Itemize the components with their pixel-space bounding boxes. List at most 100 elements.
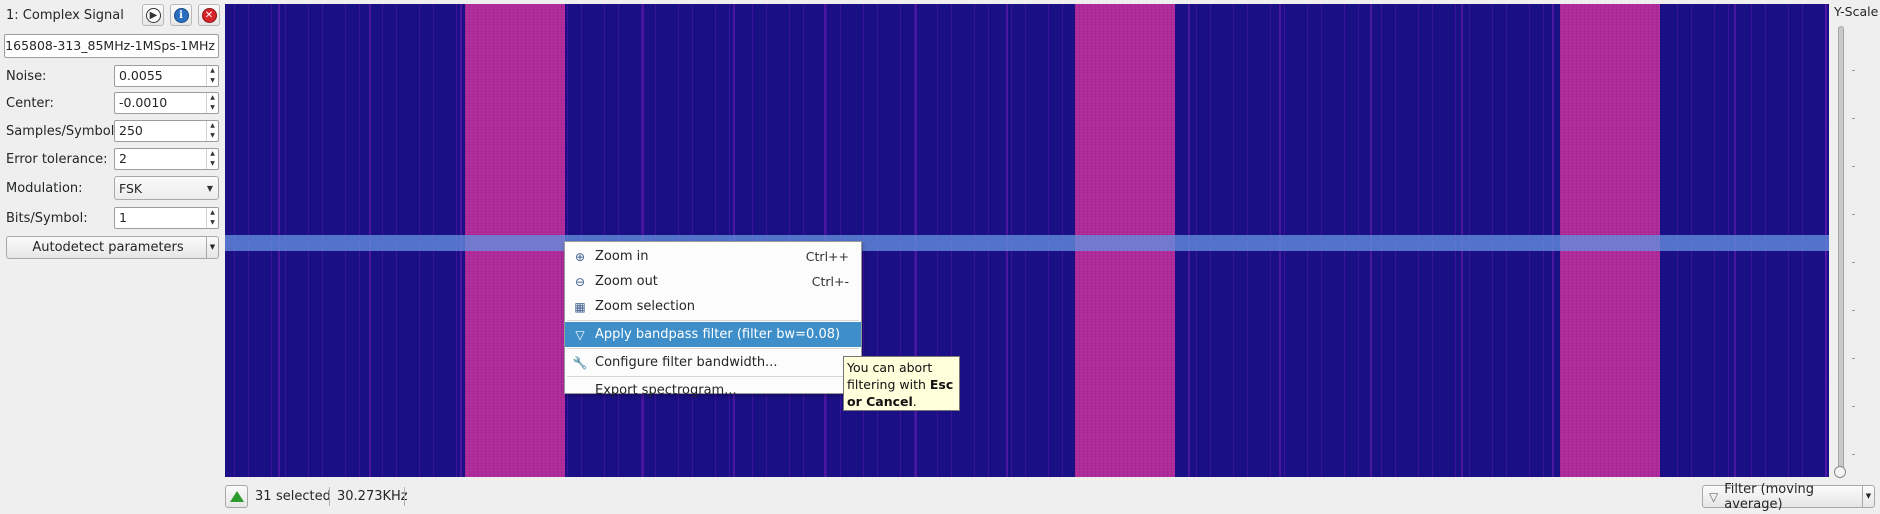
spectrogram-view[interactable] bbox=[225, 4, 1829, 477]
menu-item-label: Zoom in bbox=[595, 249, 649, 264]
spin-down-icon[interactable]: ▼ bbox=[207, 131, 218, 141]
samples-per-symbol-row: Samples/Symbol: 250 ▲ ▼ bbox=[6, 120, 219, 142]
menu-separator bbox=[567, 348, 859, 349]
center-label: Center: bbox=[6, 95, 54, 111]
frequency-selection-band[interactable] bbox=[225, 235, 1829, 251]
tooltip-text: You can abort filtering with bbox=[847, 360, 933, 392]
signal-title[interactable]: 1: Complex Signal bbox=[6, 8, 136, 23]
noise-value: 0.0055 bbox=[119, 68, 163, 83]
spin-down-icon[interactable]: ▼ bbox=[207, 159, 218, 169]
menu-item-zoom-selection[interactable]: ▦ Zoom selection bbox=[565, 294, 861, 319]
spin-down-icon[interactable]: ▼ bbox=[207, 76, 218, 86]
error-tolerance-value: 2 bbox=[119, 151, 127, 166]
autodetect-parameters-button[interactable]: Autodetect parameters bbox=[6, 236, 210, 259]
spin-up-icon[interactable]: ▲ bbox=[207, 66, 218, 76]
menu-item-label: Configure filter bandwidth... bbox=[595, 355, 778, 370]
modulation-value: FSK bbox=[119, 180, 143, 196]
samples-per-symbol-spinbox[interactable]: 250 ▲ ▼ bbox=[114, 120, 219, 142]
center-value: -0.0010 bbox=[119, 95, 168, 110]
tooltip-text: or bbox=[847, 394, 867, 409]
chevron-down-icon: ▼ bbox=[209, 243, 216, 251]
noise-label: Noise: bbox=[6, 68, 47, 84]
menu-separator bbox=[567, 376, 859, 377]
spectrogram-context-menu: ⊕ Zoom in Ctrl++ ⊖ Zoom out Ctrl+- ▦ Zoo… bbox=[564, 241, 862, 398]
spin-down-icon[interactable]: ▼ bbox=[207, 103, 218, 113]
zoom-out-icon: ⊖ bbox=[574, 274, 586, 289]
spin-down-icon[interactable]: ▼ bbox=[207, 218, 218, 228]
menu-item-label: Zoom selection bbox=[595, 299, 696, 314]
filter-label: Filter (moving average) bbox=[1724, 481, 1815, 512]
filter-icon: ▽ bbox=[1709, 489, 1719, 504]
y-scale-tick bbox=[1852, 310, 1855, 311]
play-icon: ▶ bbox=[145, 7, 161, 23]
menu-item-label: Zoom out bbox=[595, 274, 658, 289]
modulation-row: Modulation: FSK ▼ bbox=[6, 176, 219, 200]
bits-per-symbol-row: Bits/Symbol: 1 ▲ ▼ bbox=[6, 207, 219, 229]
filter-button[interactable]: ▽ Filter (moving average) bbox=[1702, 482, 1863, 512]
zoom-in-icon: ⊕ bbox=[574, 249, 586, 264]
menu-item-label: Export spectrogram... bbox=[595, 383, 737, 398]
status-bar: 31 selected 30.273KHz ▽ Filter (moving a… bbox=[0, 482, 1880, 512]
y-scale-tick bbox=[1852, 118, 1855, 119]
filename-field[interactable]: -26_165808-313_85MHz-1MSps-1MHz bbox=[4, 34, 219, 58]
wrench-icon: 🔧 bbox=[572, 355, 588, 370]
spin-up-icon[interactable]: ▲ bbox=[207, 93, 218, 103]
menu-item-zoom-in[interactable]: ⊕ Zoom in Ctrl++ bbox=[565, 244, 861, 269]
selected-count: 31 bbox=[255, 489, 272, 504]
modulation-select[interactable]: FSK ▼ bbox=[114, 176, 219, 200]
y-scale-tick bbox=[1852, 262, 1855, 263]
status-divider bbox=[404, 487, 405, 506]
menu-shortcut: Ctrl++ bbox=[805, 249, 849, 264]
center-row: Center: -0.0010 ▲ ▼ bbox=[6, 92, 219, 114]
zoom-selection-icon: ▦ bbox=[574, 299, 586, 314]
close-icon: ✕ bbox=[201, 7, 217, 23]
bits-per-symbol-value: 1 bbox=[119, 210, 127, 225]
samples-per-symbol-value: 250 bbox=[119, 123, 143, 138]
tooltip-key-cancel: Cancel bbox=[866, 394, 913, 409]
bits-per-symbol-spinbox[interactable]: 1 ▲ ▼ bbox=[114, 207, 219, 229]
chevron-down-icon: ▼ bbox=[1865, 492, 1872, 500]
filename-text: -26_165808-313_85MHz-1MSps-1MHz bbox=[5, 38, 215, 53]
spin-up-icon[interactable]: ▲ bbox=[207, 149, 218, 159]
menu-item-label: Apply bandpass filter (filter bw=0.08) bbox=[595, 327, 841, 342]
info-icon: i bbox=[173, 7, 189, 23]
close-button[interactable]: ✕ bbox=[198, 4, 220, 26]
play-button[interactable]: ▶ bbox=[142, 4, 164, 26]
y-scale-slider[interactable] bbox=[1838, 26, 1844, 472]
samples-per-symbol-label: Samples/Symbol: bbox=[6, 123, 119, 139]
filter-abort-tooltip: You can abort filtering with Esc or Canc… bbox=[843, 356, 960, 411]
menu-item-zoom-out[interactable]: ⊖ Zoom out Ctrl+- bbox=[565, 269, 861, 294]
menu-separator bbox=[567, 320, 859, 321]
y-scale-slider-handle[interactable] bbox=[1834, 466, 1846, 478]
y-scale-label: Y-Scale bbox=[1834, 4, 1879, 19]
signal-parameters-panel: 1: Complex Signal ▶ i ✕ -26_165808-313_8… bbox=[0, 0, 224, 514]
noise-spinbox[interactable]: 0.0055 ▲ ▼ bbox=[114, 65, 219, 87]
error-tolerance-label: Error tolerance: bbox=[6, 151, 108, 167]
tooltip-key-esc: Esc bbox=[929, 377, 954, 392]
bits-per-symbol-label: Bits/Symbol: bbox=[6, 210, 88, 226]
triangle-up-icon bbox=[229, 491, 244, 502]
error-tolerance-spinbox[interactable]: 2 ▲ ▼ bbox=[114, 148, 219, 170]
modulation-label: Modulation: bbox=[6, 180, 83, 196]
spin-up-icon[interactable]: ▲ bbox=[207, 121, 218, 131]
error-tolerance-row: Error tolerance: 2 ▲ ▼ bbox=[6, 148, 219, 170]
y-scale-tick bbox=[1852, 70, 1855, 71]
info-button[interactable]: i bbox=[170, 4, 192, 26]
menu-item-apply-bandpass-filter[interactable]: ▽ Apply bandpass filter (filter bw=0.08) bbox=[565, 322, 861, 347]
chevron-down-icon: ▼ bbox=[206, 183, 214, 193]
bandwidth-toggle-button[interactable] bbox=[225, 485, 248, 508]
tooltip-text: . bbox=[912, 394, 917, 409]
filter-options-button[interactable]: ▼ bbox=[1862, 485, 1875, 508]
y-scale-tick bbox=[1852, 214, 1855, 215]
autodetect-options-button[interactable]: ▼ bbox=[206, 236, 219, 259]
menu-item-export-spectrogram[interactable]: Export spectrogram... bbox=[565, 378, 861, 403]
center-spinbox[interactable]: -0.0010 ▲ ▼ bbox=[114, 92, 219, 114]
selected-label: selected bbox=[276, 489, 331, 504]
menu-item-configure-filter-bandwidth[interactable]: 🔧 Configure filter bandwidth... bbox=[565, 350, 861, 375]
menu-shortcut: Ctrl+- bbox=[811, 274, 849, 289]
filter-icon: ▽ bbox=[575, 327, 585, 342]
selection-bandwidth: 30.273KHz bbox=[337, 489, 408, 504]
spin-up-icon[interactable]: ▲ bbox=[207, 208, 218, 218]
y-scale-tick bbox=[1852, 358, 1855, 359]
y-scale-tick bbox=[1852, 406, 1855, 407]
